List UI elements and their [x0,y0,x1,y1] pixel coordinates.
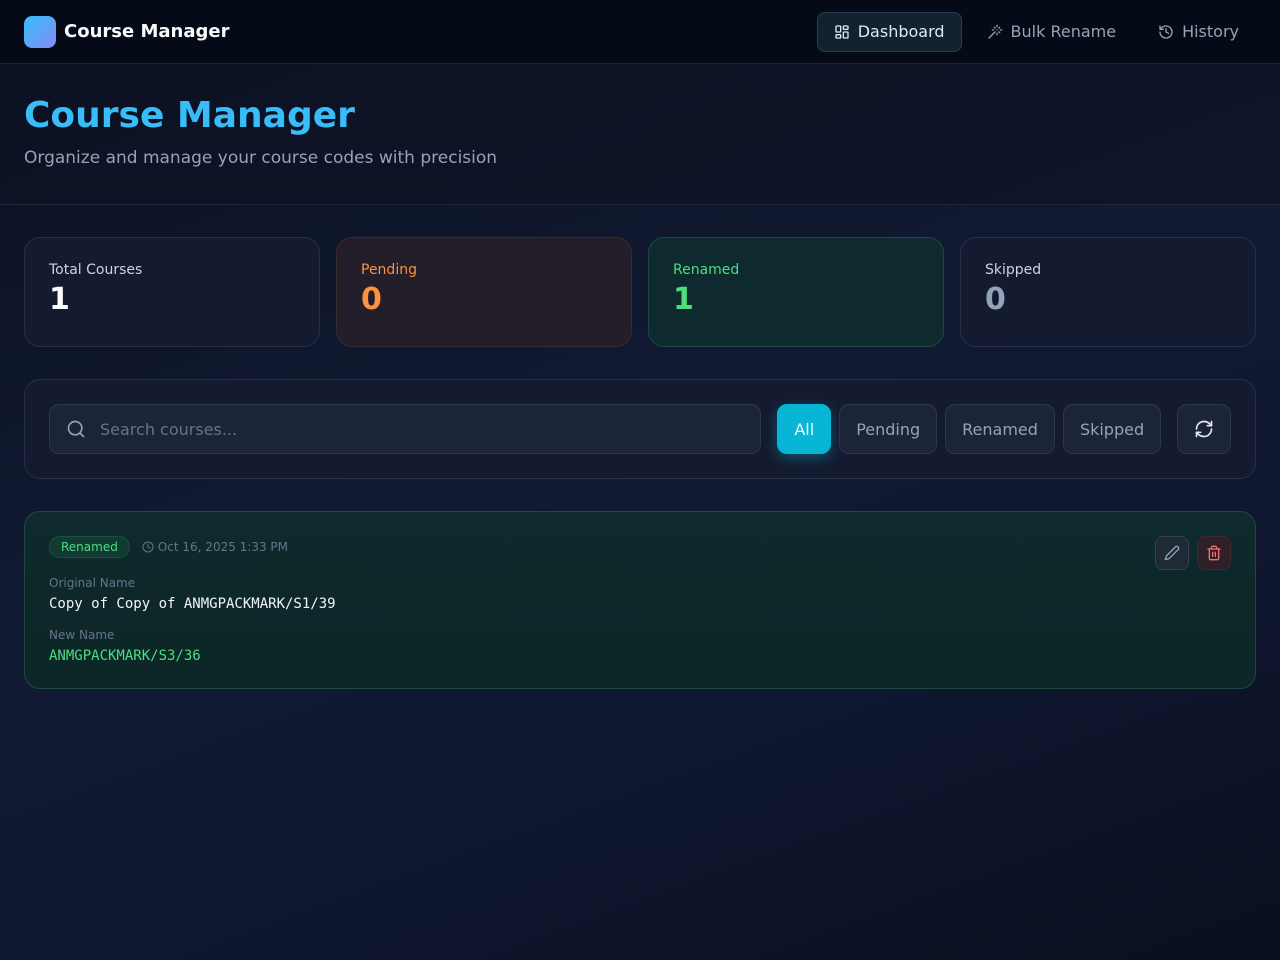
edit-button[interactable] [1155,536,1189,570]
filter-all-button[interactable]: All [777,404,832,454]
nav-dashboard[interactable]: Dashboard [816,11,962,52]
stat-pending-label: Pending [361,262,417,278]
app-logo [24,15,56,48]
search-icon [67,420,85,438]
nav-history[interactable]: History [1141,12,1256,52]
stat-total-courses: Total Courses 1 [24,237,320,347]
stat-pending-value: 0 [361,282,382,317]
brand[interactable]: Course Manager [24,15,230,48]
history-icon [1159,24,1173,39]
stats-row: Total Courses 1 Pending 0 Renamed 1 Skip… [0,205,1280,347]
pencil-icon [1164,545,1180,561]
refresh-button[interactable] [1177,404,1231,454]
refresh-icon [1195,420,1213,438]
trash-icon [1207,545,1221,561]
nav-bulk-rename-label: Bulk Rename [1010,22,1117,41]
course-card: Renamed Oct 16, 2025 1:33 PM Original Na… [24,511,1256,689]
search-input[interactable] [100,419,745,439]
course-date: Oct 16, 2025 1:33 PM [142,540,288,554]
stat-skipped: Skipped 0 [960,237,1256,347]
stat-skipped-value: 0 [985,282,1006,317]
filter-pending-button[interactable]: Pending [839,404,938,454]
page-title: Course Manager [24,95,355,136]
clock-icon [142,541,154,553]
app-name: Course Manager [64,21,230,42]
stat-renamed-value: 1 [673,282,694,317]
stat-pending: Pending 0 [336,237,632,347]
magic-wand-icon [987,24,1002,39]
search-box[interactable] [49,404,762,454]
filter-renamed-button[interactable]: Renamed [945,404,1055,454]
stat-skipped-label: Skipped [985,262,1042,278]
stat-renamed: Renamed 1 [648,237,944,347]
course-meta: Renamed Oct 16, 2025 1:33 PM [49,536,1231,558]
original-name-value: Copy of Copy of ANMGPACKMARK/S1/39 [49,596,336,612]
stat-total-value: 1 [49,282,70,317]
delete-button[interactable] [1197,536,1231,570]
top-nav-bar: Course Manager Dashboard Bulk Rename His… [0,0,1280,64]
status-badge: Renamed [49,536,130,558]
page-header: Course Manager Organize and manage your … [0,64,1280,205]
nav-history-label: History [1182,22,1239,41]
main-nav: Dashboard Bulk Rename History [816,11,1256,52]
page-subtitle: Organize and manage your course codes wi… [24,148,498,168]
nav-bulk-rename[interactable]: Bulk Rename [970,12,1134,52]
course-actions [1155,536,1231,570]
nav-dashboard-label: Dashboard [857,22,945,41]
stat-total-label: Total Courses [49,262,143,278]
course-date-text: Oct 16, 2025 1:33 PM [157,540,289,554]
grid-icon [835,24,849,39]
filter-bar: All Pending Renamed Skipped [24,379,1256,479]
new-name-label: New Name [49,628,115,642]
stat-renamed-label: Renamed [673,262,740,278]
new-name-value: ANMGPACKMARK/S3/36 [49,648,201,664]
original-name-label: Original Name [49,576,136,590]
filter-skipped-button[interactable]: Skipped [1062,404,1162,454]
